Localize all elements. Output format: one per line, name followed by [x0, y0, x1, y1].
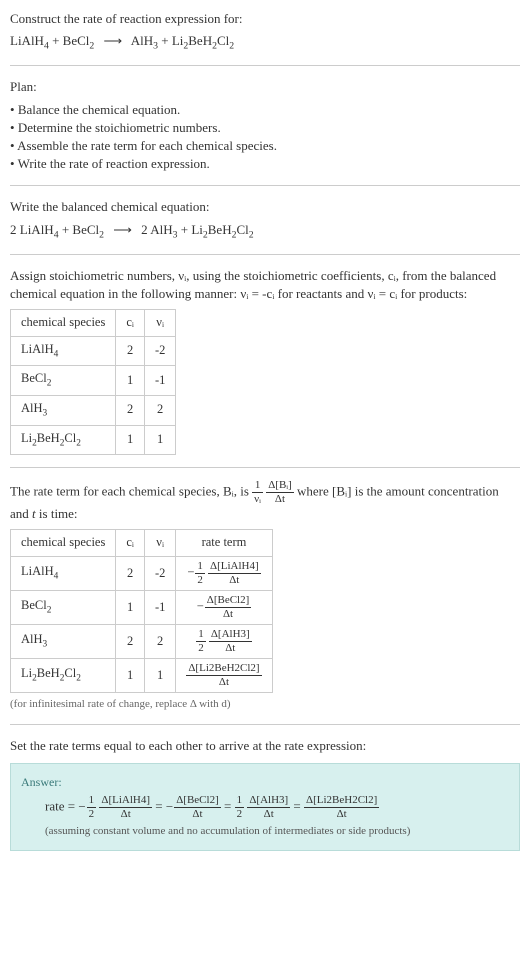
plan-section: Plan: Balance the chemical equation. Det… — [10, 78, 520, 173]
table-row: Li2BeH2Cl2 1 1 Δ[Li2BeH2Cl2]Δt — [11, 658, 273, 692]
note-text: (for infinitesimal rate of change, repla… — [10, 697, 520, 712]
arrow-icon: ⟶ — [113, 222, 132, 237]
header-c: cᵢ — [116, 530, 145, 557]
v-cell: -1 — [144, 590, 175, 624]
balanced-section: Write the balanced chemical equation: 2 … — [10, 198, 520, 241]
table-header-row: chemical species cᵢ νᵢ rate term — [11, 530, 273, 557]
v-cell: -2 — [144, 336, 175, 366]
table-row: LiAlH4 2 -2 — [11, 336, 176, 366]
table-row: BeCl2 1 -1 −Δ[BeCl2]Δt — [11, 590, 273, 624]
v-cell: -2 — [144, 556, 175, 590]
species-cell: Li2BeH2Cl2 — [11, 658, 116, 692]
fraction: 12 — [87, 795, 97, 820]
table-row: LiAlH4 2 -2 −12 Δ[LiAlH4]Δt — [11, 556, 273, 590]
rate-expression: rate = −12 Δ[LiAlH4]Δt = −Δ[BeCl2]Δt = 1… — [21, 795, 509, 820]
header-v: νᵢ — [144, 530, 175, 557]
plan-item: Balance the chemical equation. — [10, 101, 520, 119]
table-row: Li2BeH2Cl2 1 1 — [11, 425, 176, 455]
table-row: AlH3 2 2 12 Δ[AlH3]Δt — [11, 624, 273, 658]
species-cell: BeCl2 — [11, 590, 116, 624]
c-cell: 2 — [116, 624, 145, 658]
assign-section: Assign stoichiometric numbers, νᵢ, using… — [10, 267, 520, 455]
answer-label: Answer: — [21, 774, 509, 791]
set-section: Set the rate terms equal to each other t… — [10, 737, 520, 850]
balanced-heading: Write the balanced chemical equation: — [10, 198, 520, 216]
table-row: AlH3 2 2 — [11, 395, 176, 425]
fraction: Δ[Bᵢ]Δt — [266, 480, 294, 505]
rate-cell: −Δ[BeCl2]Δt — [176, 590, 272, 624]
fraction: Δ[LiAlH4]Δt — [208, 561, 261, 586]
c-cell: 1 — [116, 425, 145, 455]
divider — [10, 724, 520, 725]
fraction: Δ[AlH3]Δt — [209, 629, 252, 654]
table-row: BeCl2 1 -1 — [11, 366, 176, 396]
rate-cell: 12 Δ[AlH3]Δt — [176, 624, 272, 658]
species-cell: LiAlH4 — [11, 336, 116, 366]
header-c: cᵢ — [116, 310, 145, 337]
rate-intro-section: The rate term for each chemical species,… — [10, 480, 520, 712]
header-species: chemical species — [11, 310, 116, 337]
rate-table: chemical species cᵢ νᵢ rate term LiAlH4 … — [10, 529, 273, 693]
stoich-table: chemical species cᵢ νᵢ LiAlH4 2 -2 BeCl2… — [10, 309, 176, 455]
divider — [10, 254, 520, 255]
species-cell: BeCl2 — [11, 366, 116, 396]
divider — [10, 185, 520, 186]
table-header-row: chemical species cᵢ νᵢ — [11, 310, 176, 337]
plan-item: Determine the stoichiometric numbers. — [10, 119, 520, 137]
balanced-equation: 2 LiAlH4 + BeCl2 ⟶ 2 AlH3 + Li2BeH2Cl2 — [10, 221, 520, 242]
divider — [10, 467, 520, 468]
c-cell: 2 — [116, 336, 145, 366]
v-cell: 1 — [144, 425, 175, 455]
fraction: Δ[BeCl2]Δt — [205, 595, 252, 620]
fraction: Δ[BeCl2]Δt — [174, 795, 221, 820]
set-text: Set the rate terms equal to each other t… — [10, 737, 520, 755]
plan-item: Assemble the rate term for each chemical… — [10, 137, 520, 155]
fraction: 12 — [196, 629, 206, 654]
divider — [10, 65, 520, 66]
species-cell: AlH3 — [11, 624, 116, 658]
species-cell: AlH3 — [11, 395, 116, 425]
answer-box: Answer: rate = −12 Δ[LiAlH4]Δt = −Δ[BeCl… — [10, 763, 520, 850]
rate-intro-text: The rate term for each chemical species,… — [10, 480, 520, 523]
rate-cell: −12 Δ[LiAlH4]Δt — [176, 556, 272, 590]
fraction: Δ[LiAlH4]Δt — [99, 795, 152, 820]
c-cell: 1 — [116, 590, 145, 624]
fraction: 12 — [195, 561, 205, 586]
fraction: 1νᵢ — [252, 480, 263, 505]
header-v: νᵢ — [144, 310, 175, 337]
header-species: chemical species — [11, 530, 116, 557]
v-cell: 2 — [144, 395, 175, 425]
fraction: Δ[Li2BeH2Cl2]Δt — [304, 795, 379, 820]
c-cell: 1 — [116, 366, 145, 396]
plan-list: Balance the chemical equation. Determine… — [10, 101, 520, 174]
header-rate: rate term — [176, 530, 272, 557]
unbalanced-equation: LiAlH4 + BeCl2 ⟶ AlH3 + Li2BeH2Cl2 — [10, 32, 520, 53]
fraction: Δ[AlH3]Δt — [247, 795, 290, 820]
arrow-icon: ⟶ — [104, 33, 123, 48]
intro-section: Construct the rate of reaction expressio… — [10, 10, 520, 53]
c-cell: 2 — [116, 395, 145, 425]
v-cell: 1 — [144, 658, 175, 692]
species-cell: LiAlH4 — [11, 556, 116, 590]
fraction: 12 — [235, 795, 245, 820]
v-cell: -1 — [144, 366, 175, 396]
plan-heading: Plan: — [10, 78, 520, 96]
assign-text: Assign stoichiometric numbers, νᵢ, using… — [10, 267, 520, 303]
rate-cell: Δ[Li2BeH2Cl2]Δt — [176, 658, 272, 692]
species-cell: Li2BeH2Cl2 — [11, 425, 116, 455]
fraction: Δ[Li2BeH2Cl2]Δt — [186, 663, 261, 688]
prompt-text: Construct the rate of reaction expressio… — [10, 10, 520, 28]
answer-assumption: (assuming constant volume and no accumul… — [21, 824, 509, 839]
plan-item: Write the rate of reaction expression. — [10, 155, 520, 173]
c-cell: 1 — [116, 658, 145, 692]
v-cell: 2 — [144, 624, 175, 658]
c-cell: 2 — [116, 556, 145, 590]
